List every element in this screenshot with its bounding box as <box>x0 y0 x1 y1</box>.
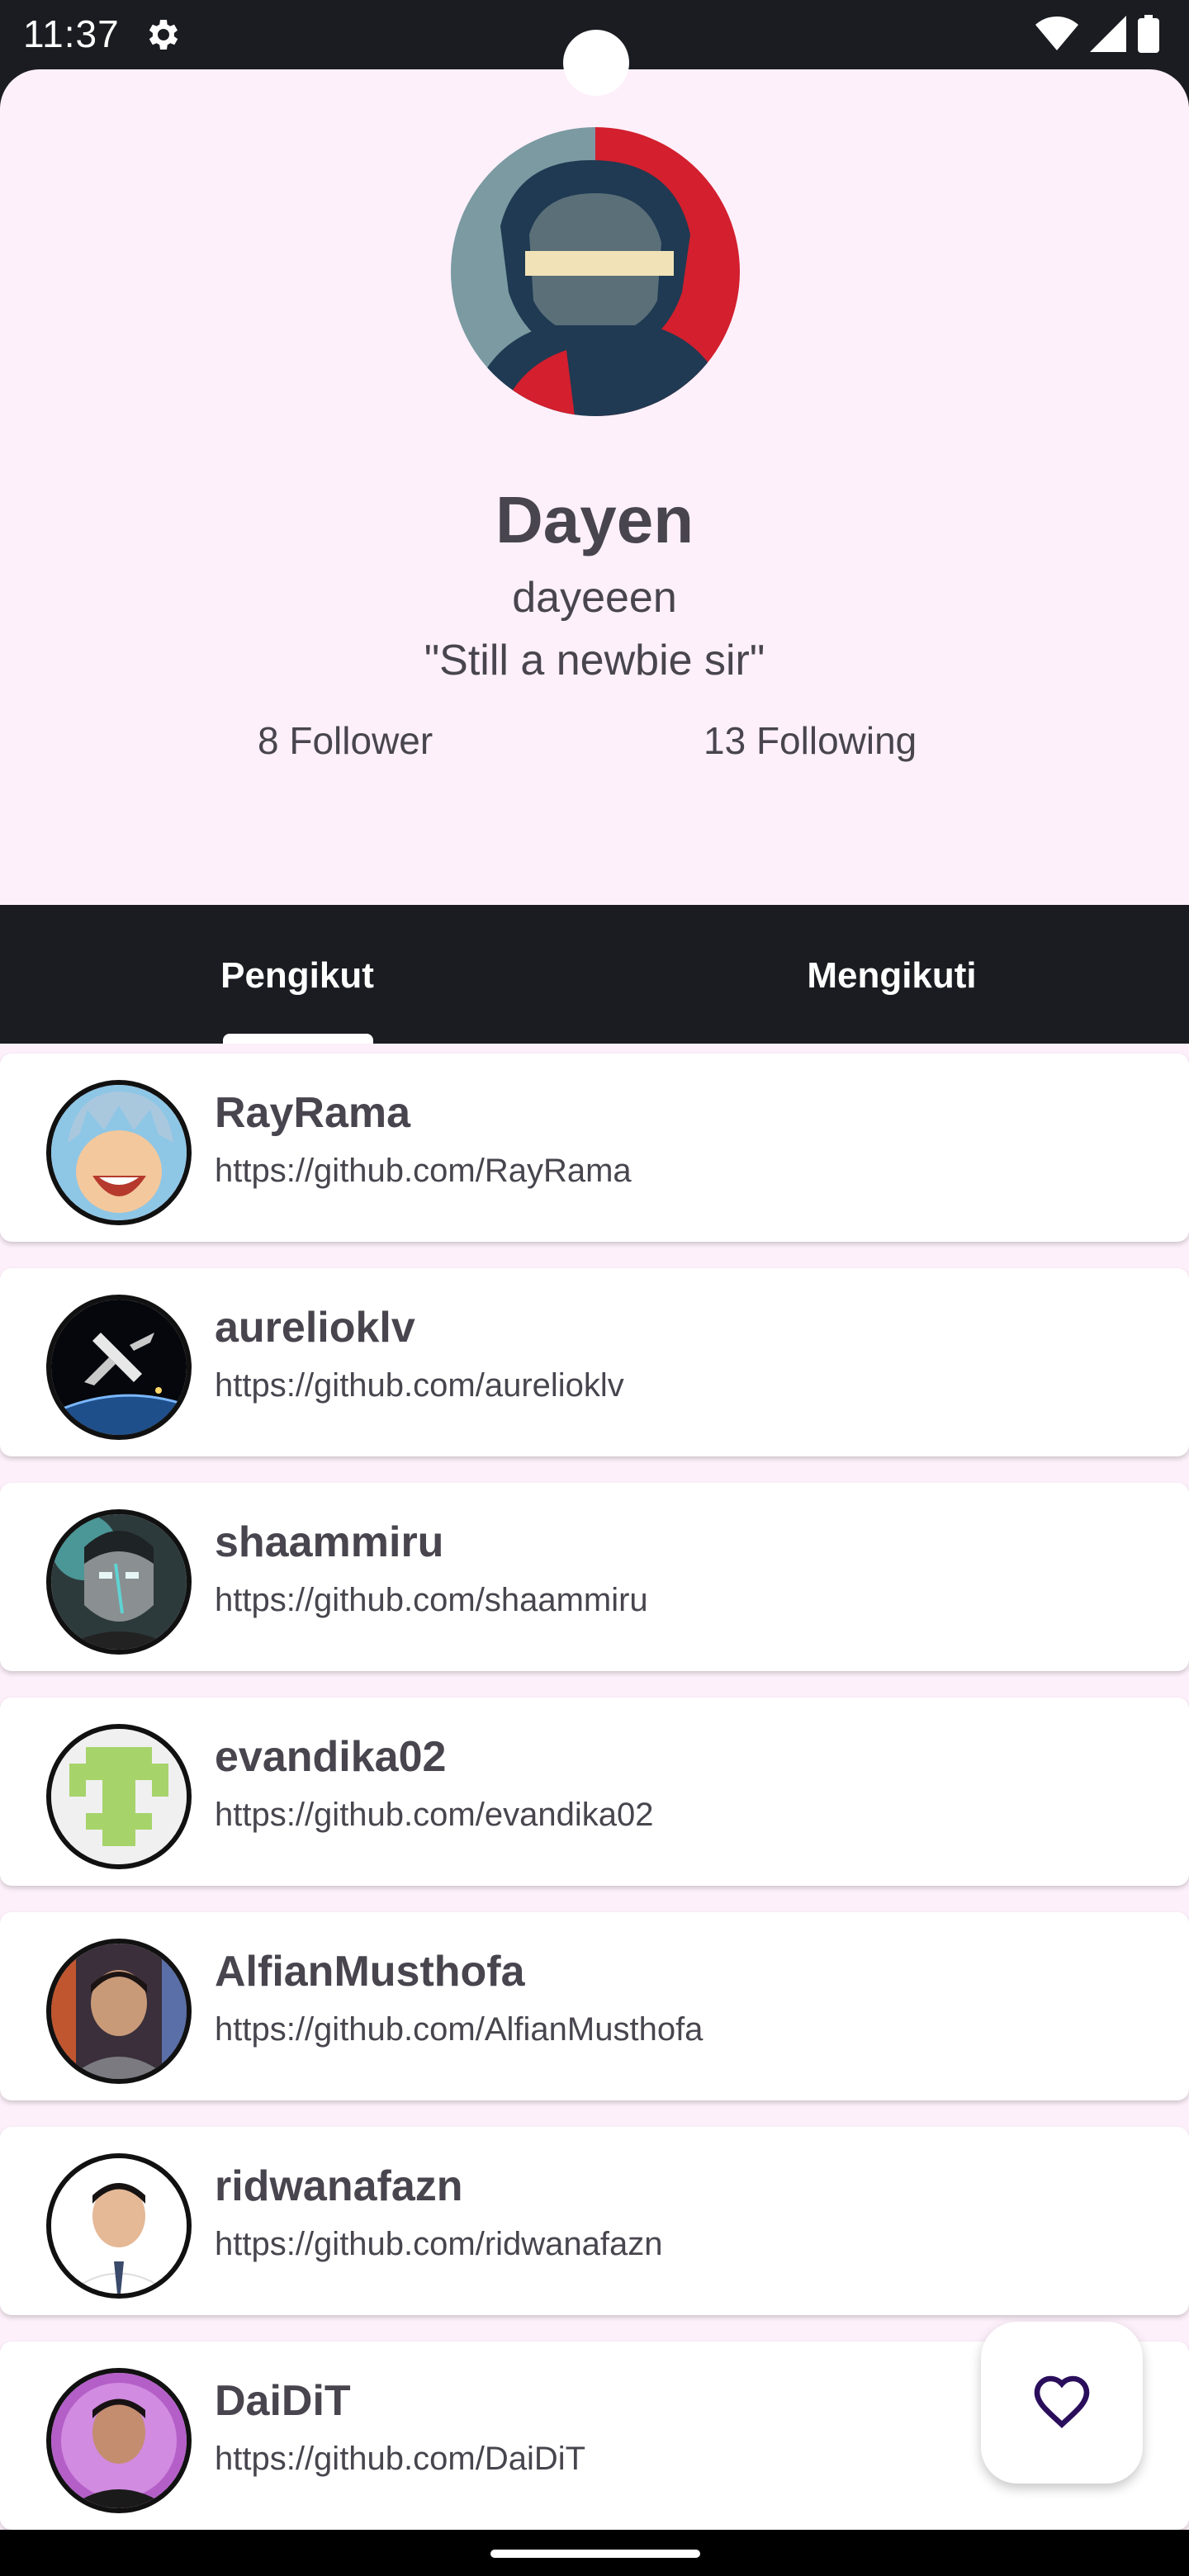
battery-icon <box>1138 15 1159 57</box>
tab-bar: Pengikut Mengikuti <box>0 905 1189 1045</box>
followers-count: 8 Follower <box>258 719 433 762</box>
avatar <box>46 1295 192 1440</box>
user-name: RayRama <box>215 1089 411 1137</box>
list-item[interactable]: AlfianMusthofa https://github.com/Alfian… <box>0 1912 1189 2100</box>
tab-mengikuti[interactable]: Mengikuti <box>594 905 1189 1044</box>
user-name: DaiDiT <box>215 2377 351 2425</box>
list-item[interactable]: RayRama https://github.com/RayRama <box>0 1054 1189 1242</box>
avatar <box>46 1724 192 1869</box>
profile-bio: "Still a newbie sir" <box>424 637 765 684</box>
profile-name: Dayen <box>495 483 694 556</box>
profile-username: dayeeen <box>512 574 677 622</box>
user-url: https://github.com/evandika02 <box>215 1797 654 1833</box>
user-list: RayRama https://github.com/RayRama aurel… <box>0 1044 1189 2530</box>
avatar <box>46 1509 192 1655</box>
user-url: https://github.com/DaiDiT <box>215 2441 586 2477</box>
list-item[interactable]: aurelioklv https://github.com/aurelioklv <box>0 1268 1189 1456</box>
user-url: https://github.com/aurelioklv <box>215 1367 624 1404</box>
status-icons <box>1035 15 1159 57</box>
navigation-bar <box>0 2530 1189 2576</box>
user-name: shaammiru <box>215 1518 444 1566</box>
gear-icon <box>142 15 182 54</box>
user-url: https://github.com/shaammiru <box>215 1582 648 1618</box>
profile-header: Dayen dayeeen "Still a newbie sir" 8 Fol… <box>0 69 1189 905</box>
user-url: https://github.com/AlfianMusthofa <box>215 2011 703 2048</box>
list-item[interactable]: ridwanafazn https://github.com/ridwanafa… <box>0 2127 1189 2315</box>
list-item[interactable]: evandika02 https://github.com/evandika02 <box>0 1698 1189 1886</box>
user-url: https://github.com/ridwanafazn <box>215 2226 663 2262</box>
favorite-button[interactable] <box>981 2322 1143 2484</box>
avatar <box>46 1080 192 1225</box>
avatar <box>46 2153 192 2299</box>
heart-outline-icon <box>1031 2374 1092 2432</box>
list-item[interactable]: shaammiru https://github.com/shaammiru <box>0 1483 1189 1671</box>
user-name: aurelioklv <box>215 1304 415 1352</box>
avatar <box>46 1939 192 2084</box>
home-handle[interactable] <box>490 2550 700 2558</box>
avatar <box>46 2368 192 2513</box>
camera-cutout <box>563 30 629 96</box>
profile-avatar <box>451 127 740 416</box>
status-time: 11:37 <box>23 12 120 55</box>
tab-pengikut[interactable]: Pengikut <box>0 905 594 1044</box>
user-name: ridwanafazn <box>215 2162 463 2210</box>
following-count: 13 Following <box>703 719 917 762</box>
user-name: evandika02 <box>215 1733 447 1781</box>
signal-icon <box>1090 16 1126 56</box>
user-name: AlfianMusthofa <box>215 1948 525 1996</box>
wifi-icon <box>1035 16 1078 56</box>
user-url: https://github.com/RayRama <box>215 1153 632 1189</box>
